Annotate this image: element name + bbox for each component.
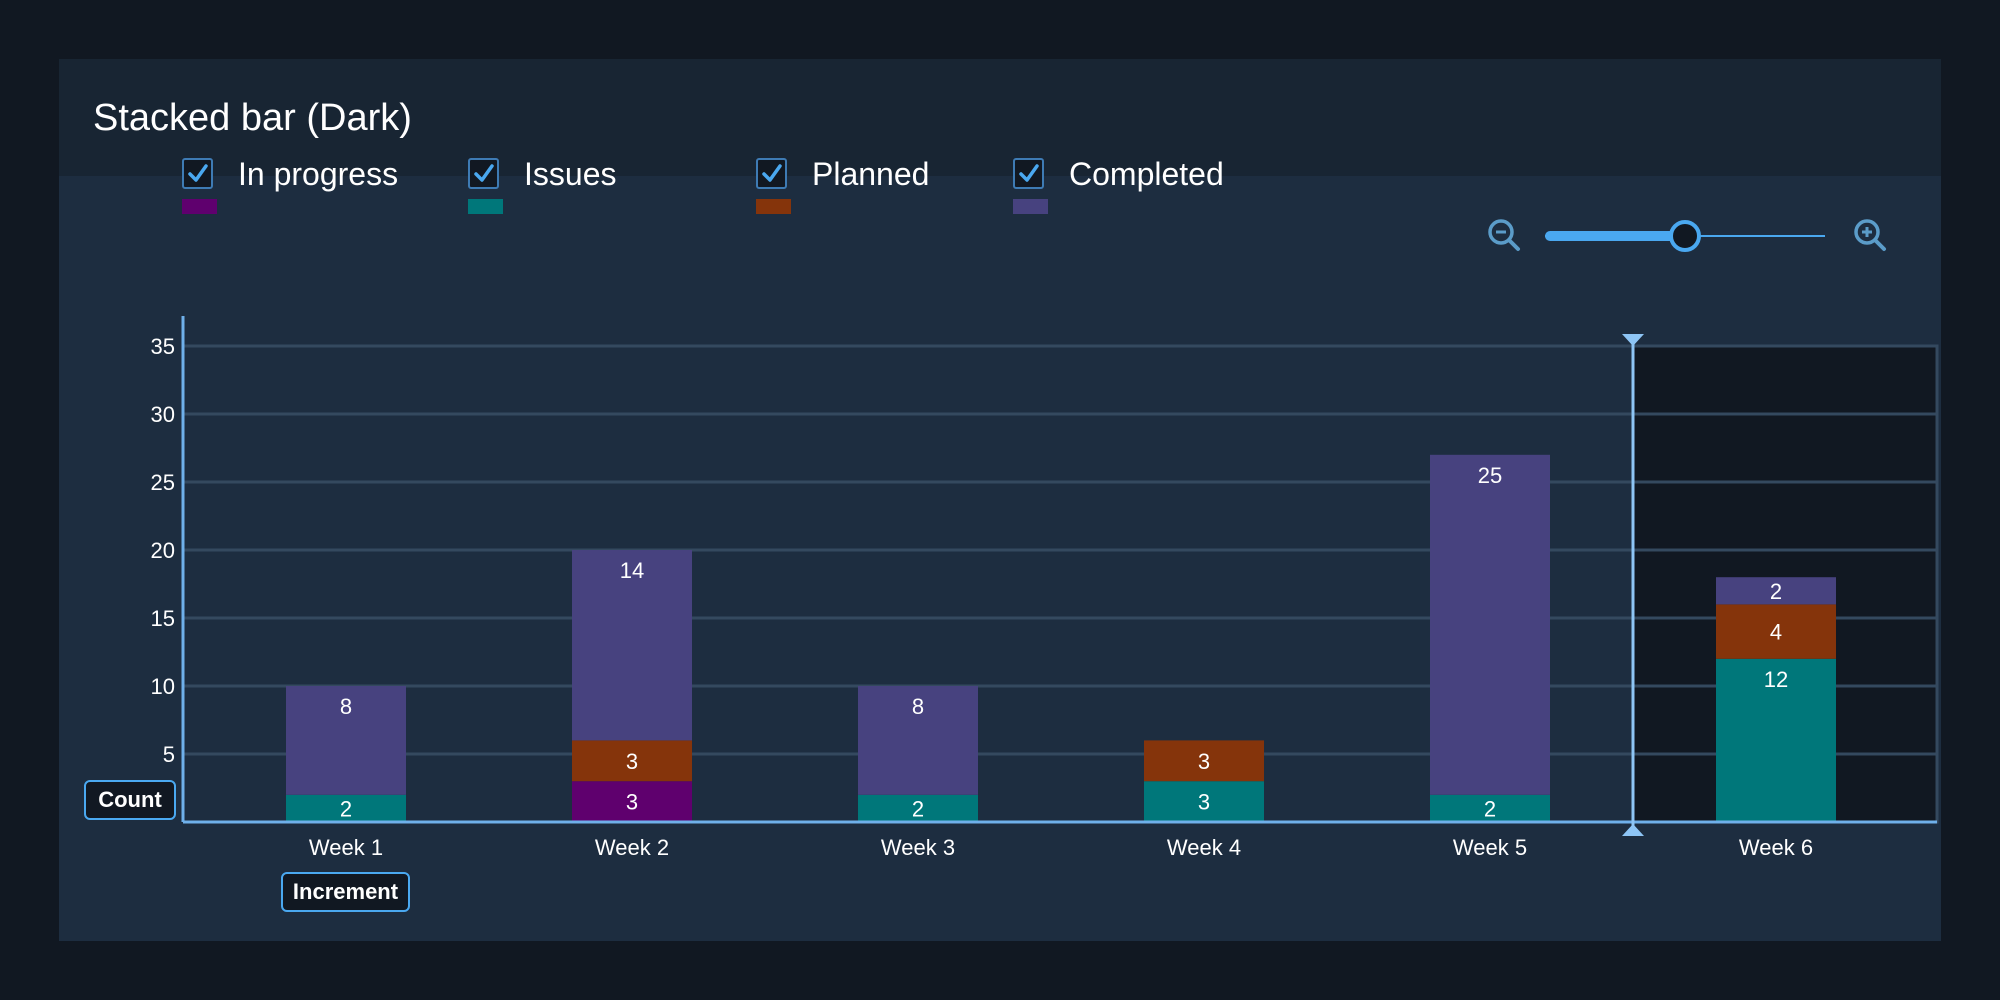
x-tick-label: Week 6 [1739,835,1813,860]
y-tick-label: 35 [151,334,175,359]
bar-data-label: 25 [1478,463,1502,488]
y-axis-label-badge[interactable]: Count [84,780,176,820]
y-tick-label: 10 [151,674,175,699]
bar-data-label: 2 [340,796,352,821]
bar-data-label: 3 [1198,749,1210,774]
bar-data-label: 3 [626,790,638,815]
y-tick-label: 15 [151,606,175,631]
marker-top-handle [1622,334,1644,346]
x-tick-label: Week 1 [309,835,383,860]
bar-data-label: 2 [1770,579,1782,604]
x-tick-label: Week 3 [881,835,955,860]
bar-data-label: 14 [620,558,644,583]
bar-data-label: 2 [1484,796,1496,821]
x-tick-label: Week 5 [1453,835,1527,860]
bar-data-label: 3 [626,749,638,774]
y-tick-label: 25 [151,470,175,495]
bar-segment-completed [1430,454,1550,795]
bar-data-label: 3 [1198,790,1210,815]
x-axis-label-badge[interactable]: Increment [281,872,410,912]
y-tick-label: 20 [151,538,175,563]
bar-data-label: 8 [340,694,352,719]
x-tick-label: Week 4 [1167,835,1241,860]
x-tick-label: Week 2 [595,835,669,860]
bar-data-label: 4 [1770,620,1782,645]
y-tick-label: 30 [151,402,175,427]
bar-data-label: 8 [912,694,924,719]
bar-data-label: 12 [1764,667,1788,692]
marker-bottom-handle [1622,824,1644,836]
stacked-bar-chart: 5 10 15 20 25 30 35 2 8 Week 1 3 3 14 Week 2 2 8 Week 3 3… [151,316,1939,860]
y-tick-label: 5 [163,742,175,767]
bar-data-label: 2 [912,796,924,821]
